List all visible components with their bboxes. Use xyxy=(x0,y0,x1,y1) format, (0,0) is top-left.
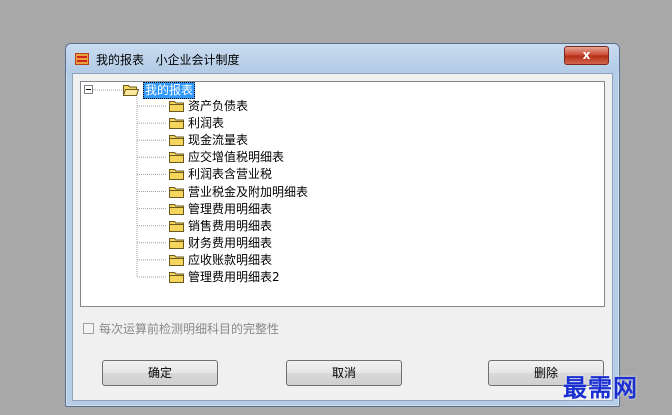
folder-icon xyxy=(169,135,184,147)
tree-item[interactable]: 财务费用明细表 xyxy=(188,236,272,251)
watermark-text: 最需网 xyxy=(563,373,638,402)
folder-icon xyxy=(169,203,184,215)
dialog-body: 我的报表 资产负债表利润表现金流量表应交增值税明细表 利润表含营业税营业税金及附加… xyxy=(72,73,613,401)
tree-item[interactable]: 利润表 xyxy=(188,116,224,131)
tree-item[interactable]: 应交增值税明细表 xyxy=(188,150,284,165)
folder-icon xyxy=(169,272,184,283)
tree-item[interactable]: 营业税金及附加明细表 xyxy=(188,185,308,200)
tree-item[interactable]: 管理费用明细表 xyxy=(188,202,272,217)
report-dialog: 我的报表 小企业会计制度 x 我的报表 资产负债表利润表现金流量表应交增值税明细… xyxy=(65,43,620,407)
title-bar[interactable]: 我的报表 小企业会计制度 x xyxy=(66,44,619,73)
folder-icon xyxy=(169,220,184,232)
tree-item[interactable]: 资产负债表 xyxy=(188,99,248,114)
app-icon xyxy=(75,53,89,65)
tree-item[interactable]: 应收账款明细表 xyxy=(188,253,272,268)
close-button[interactable]: x xyxy=(564,46,609,65)
folder-icon xyxy=(169,118,184,130)
folder-icon xyxy=(169,237,184,249)
tree-item[interactable]: 管理费用明细表2 xyxy=(188,270,280,285)
folder-icon xyxy=(169,186,184,198)
folder-icon xyxy=(169,254,184,266)
folder-icon xyxy=(169,169,184,181)
folder-icon xyxy=(169,152,184,164)
tree-item[interactable]: 现金流量表 xyxy=(188,133,248,148)
integrity-checkbox-label: 每次运算前检测明细科目的完整性 xyxy=(99,322,280,336)
tree-item[interactable]: 销售费用明细表 xyxy=(188,219,272,234)
open-folder-icon xyxy=(123,85,139,96)
collapse-toggle-icon[interactable] xyxy=(84,85,93,94)
integrity-checkbox[interactable] xyxy=(83,323,94,334)
ok-button[interactable]: 确定 xyxy=(102,360,218,386)
tree-lines xyxy=(93,89,167,278)
window-title: 我的报表 小企业会计制度 xyxy=(96,53,240,67)
cancel-button[interactable]: 取消 xyxy=(286,360,402,386)
tree-item[interactable]: 利润表含营业税 xyxy=(188,167,272,182)
report-tree[interactable]: 我的报表 资产负债表利润表现金流量表应交增值税明细表 利润表含营业税营业税金及附加… xyxy=(80,81,605,307)
folder-icon xyxy=(169,101,184,112)
tree-root-label[interactable]: 我的报表 xyxy=(143,82,196,99)
